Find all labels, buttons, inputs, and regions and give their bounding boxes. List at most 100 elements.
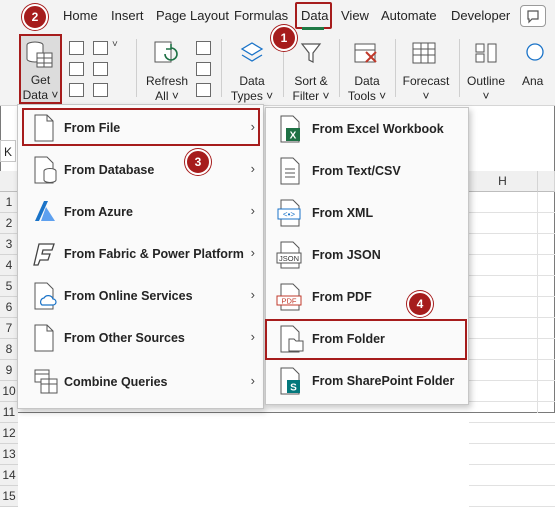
analysis-label[interactable]: Ana: [522, 74, 552, 89]
data-tools-label-2[interactable]: Tools ˅: [342, 89, 392, 104]
tab-insert[interactable]: Insert: [111, 8, 144, 23]
refresh-all-label-2[interactable]: All ˅: [140, 89, 194, 104]
outline-icon: [475, 43, 497, 63]
json-file-icon: JSON: [276, 241, 302, 269]
tab-developer[interactable]: Developer: [451, 8, 510, 23]
active-tab-indicator: [302, 27, 324, 30]
properties-icon[interactable]: [196, 62, 211, 76]
outline-chevron[interactable]: ˅: [462, 89, 510, 104]
name-box[interactable]: K: [0, 140, 16, 162]
refresh-all-label-1[interactable]: Refresh: [140, 74, 194, 89]
chevron-right-icon: ›: [250, 161, 255, 176]
from-table-icon[interactable]: [69, 83, 84, 97]
excel-file-icon: X: [280, 115, 300, 143]
step-badge-3: 3: [185, 149, 211, 175]
sort-filter-label-2[interactable]: Filter ˅: [286, 89, 336, 104]
from-web-icon[interactable]: [69, 62, 84, 76]
queries-connections-icon[interactable]: [196, 41, 211, 55]
menu-label: From Online Services: [64, 289, 193, 303]
row-header[interactable]: 13: [0, 444, 18, 465]
grid-line: [537, 192, 538, 413]
other-sources-icon: [34, 324, 54, 352]
from-text-icon[interactable]: [69, 41, 84, 55]
menu-label: From Azure: [64, 205, 133, 219]
menu-item-from-xml[interactable]: <•> From XML: [266, 192, 468, 234]
select-all-corner[interactable]: [0, 171, 18, 192]
menu-item-from-sharepoint-folder[interactable]: S From SharePoint Folder: [266, 360, 468, 402]
grid-line: [469, 422, 555, 423]
step-badge-1: 1: [271, 25, 297, 51]
menu-label: From Other Sources: [64, 331, 185, 345]
comments-button[interactable]: [520, 5, 546, 27]
menu-item-from-database[interactable]: From Database ›: [18, 149, 263, 191]
forecast-label[interactable]: Forecast: [398, 74, 454, 89]
tab-formulas[interactable]: Formulas: [234, 8, 288, 23]
grid-line: [469, 359, 555, 360]
menu-item-combine-queries[interactable]: Combine Queries ›: [18, 361, 263, 403]
grid-line: [469, 443, 555, 444]
grid-line: [469, 254, 555, 255]
row-header[interactable]: 14: [0, 465, 18, 486]
ribbon-separator: [136, 39, 137, 97]
row-header[interactable]: 10: [0, 381, 18, 402]
row-header[interactable]: 2: [0, 213, 18, 234]
menu-item-from-fabric-power-platform[interactable]: From Fabric & Power Platform ›: [18, 233, 263, 275]
chevron-right-icon: ›: [250, 203, 255, 218]
get-data-menu: From File › From Database › From Azure ›…: [17, 104, 264, 409]
data-tools-icon: [354, 43, 377, 63]
row-header[interactable]: 8: [0, 339, 18, 360]
data-types-icon: [240, 42, 264, 62]
row-header[interactable]: 12: [0, 423, 18, 444]
queries-icon[interactable]: [93, 83, 108, 97]
menu-item-from-json[interactable]: JSON From JSON: [266, 234, 468, 276]
tab-automate[interactable]: Automate: [381, 8, 437, 23]
row-header[interactable]: 4: [0, 255, 18, 276]
tab-page-layout[interactable]: Page Layout: [156, 8, 229, 23]
azure-icon: [35, 201, 55, 221]
comment-icon: [527, 10, 539, 24]
data-types-label-2[interactable]: Types ˅: [226, 89, 278, 104]
get-data-button[interactable]: Get Data ˅: [19, 34, 62, 104]
row-header[interactable]: 6: [0, 297, 18, 318]
row-header[interactable]: 3: [0, 234, 18, 255]
column-header-h[interactable]: H: [468, 171, 538, 192]
excel-icon-letter: X: [290, 131, 297, 142]
row-header[interactable]: 1: [0, 192, 18, 213]
grid-line: [469, 296, 555, 297]
menu-item-from-text-csv[interactable]: From Text/CSV: [266, 150, 468, 192]
database-icon: [34, 156, 57, 184]
xml-file-icon: <•>: [277, 199, 301, 227]
data-types-label-1[interactable]: Data: [226, 74, 278, 89]
database-table-icon: [26, 41, 53, 68]
online-services-icon: [34, 282, 57, 310]
json-icon-text: JSON: [279, 254, 299, 263]
ribbon-separator: [459, 39, 460, 97]
grid-line: [469, 464, 555, 465]
menu-item-from-pdf[interactable]: PDF From PDF: [266, 276, 468, 318]
data-tools-label-1[interactable]: Data: [342, 74, 392, 89]
menu-item-from-online-services[interactable]: From Online Services ›: [18, 275, 263, 317]
existing-connections-icon[interactable]: [93, 62, 108, 76]
forecast-chevron[interactable]: ˅: [398, 89, 454, 104]
sort-filter-label-1[interactable]: Sort &: [286, 74, 336, 89]
row-header[interactable]: 9: [0, 360, 18, 381]
tab-view[interactable]: View: [341, 8, 369, 23]
menu-label: From Text/CSV: [312, 164, 401, 178]
edit-links-icon[interactable]: [196, 83, 211, 97]
menu-item-from-azure[interactable]: From Azure ›: [18, 191, 263, 233]
forecast-icon: [412, 42, 436, 64]
sort-filter-icon: [300, 43, 322, 63]
grid-line: [469, 233, 555, 234]
sharepoint-icon-letter: S: [290, 383, 297, 394]
row-header[interactable]: 7: [0, 318, 18, 339]
tab-home[interactable]: Home: [63, 8, 98, 23]
tab-data[interactable]: Data: [301, 8, 328, 23]
menu-item-from-excel-workbook[interactable]: X From Excel Workbook: [266, 108, 468, 150]
menu-item-from-other-sources[interactable]: From Other Sources ›: [18, 317, 263, 359]
row-header[interactable]: 5: [0, 276, 18, 297]
combine-queries-icon: [34, 369, 58, 394]
outline-label[interactable]: Outline: [462, 74, 510, 89]
column-header-next[interactable]: [538, 171, 555, 192]
recent-sources-icon[interactable]: [93, 41, 108, 55]
row-header[interactable]: 15: [0, 486, 18, 507]
